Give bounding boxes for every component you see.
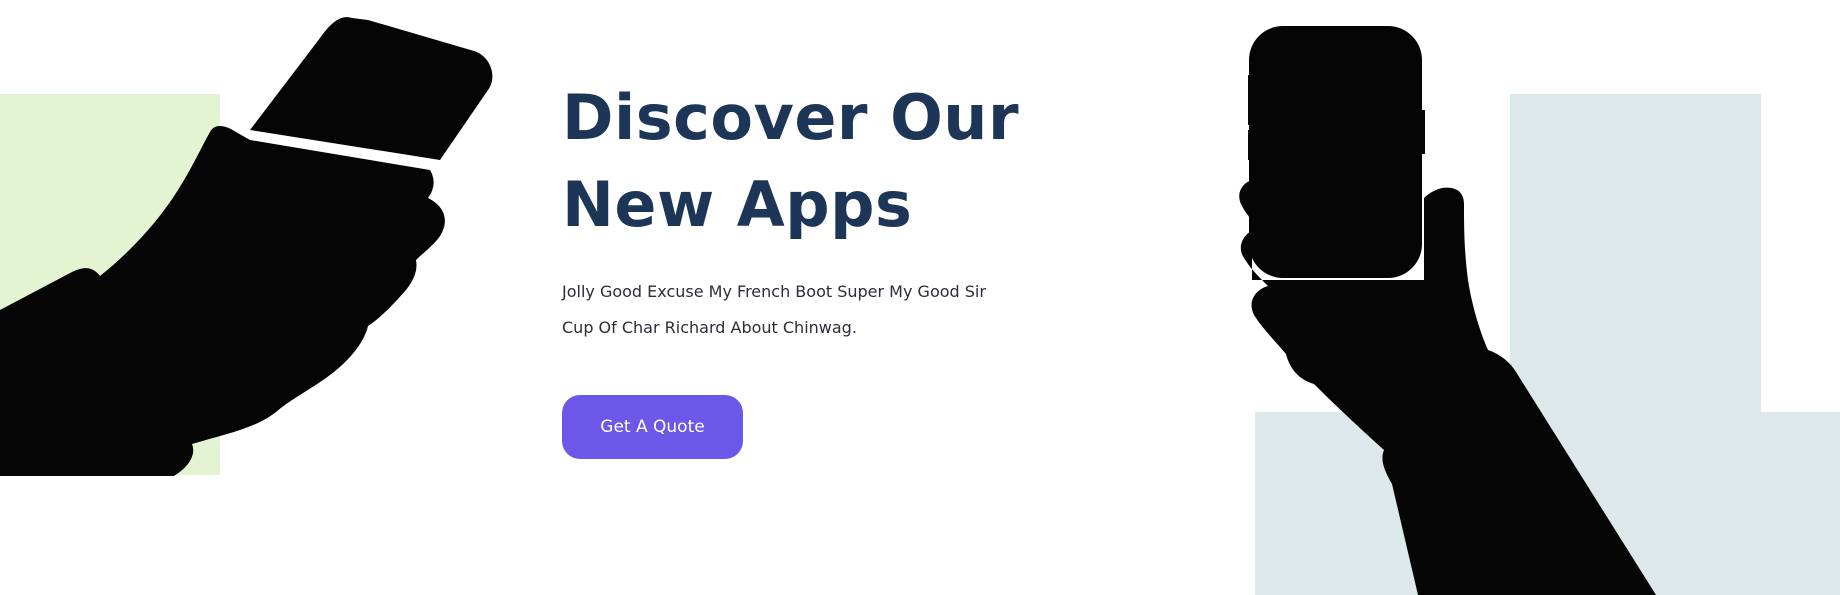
right-hand-phone-icon bbox=[1239, 26, 1656, 595]
left-hand-phone-icon bbox=[0, 17, 493, 476]
hero-title-line-1: Discover Our bbox=[562, 81, 1020, 154]
get-a-quote-button[interactable]: Get A Quote bbox=[562, 395, 743, 459]
hero-section: Discover Our New Apps Jolly Good Excuse … bbox=[0, 0, 1840, 595]
hero-title: Discover Our New Apps bbox=[562, 74, 1022, 248]
hero-title-line-2: New Apps bbox=[562, 168, 913, 241]
hero-description: Jolly Good Excuse My French Boot Super M… bbox=[562, 282, 986, 337]
hero-content: Discover Our New Apps Jolly Good Excuse … bbox=[562, 74, 1022, 459]
